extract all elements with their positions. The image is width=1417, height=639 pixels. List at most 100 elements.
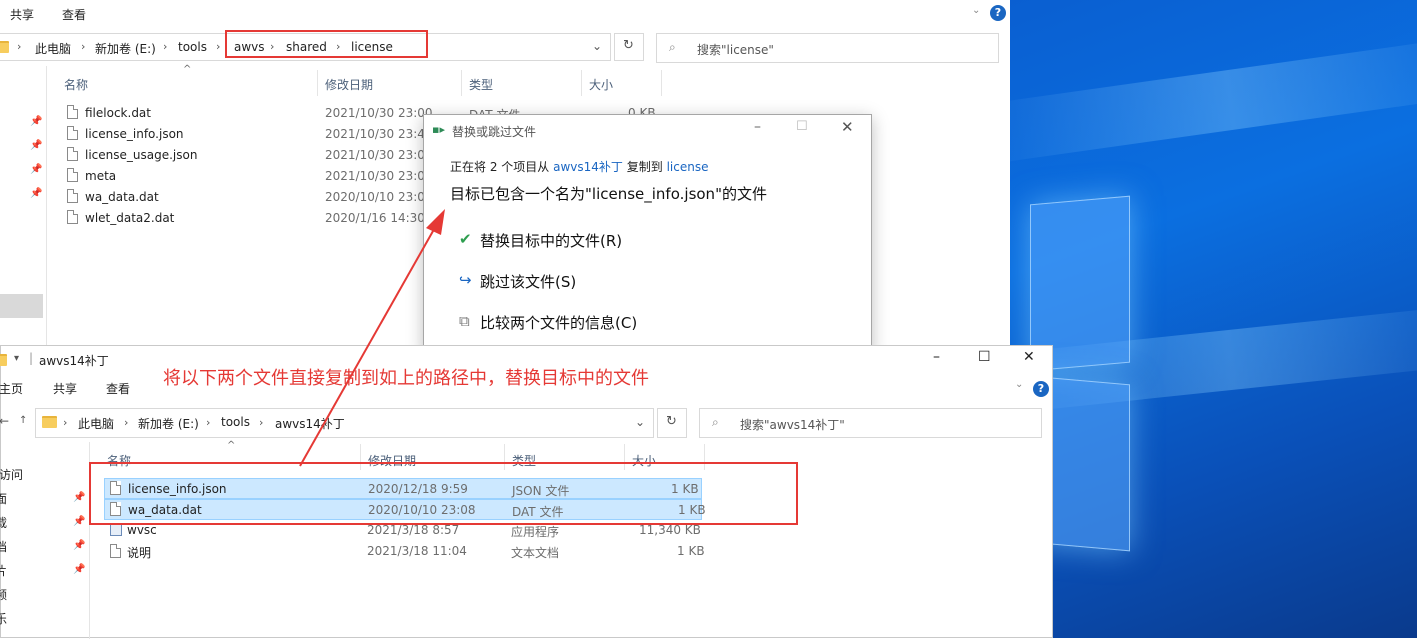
history-dropdown-icon[interactable]: ⌄ <box>635 415 645 429</box>
breadcrumb-separator-icon: › <box>17 40 22 53</box>
folder-icon <box>0 354 7 366</box>
breadcrumb-separator-icon: › <box>81 40 86 53</box>
search-placeholder: 搜索"license" <box>697 43 774 57</box>
window-title: awvs14补丁 <box>39 354 109 368</box>
file-date: 2020/1/16 14:30 <box>325 211 425 225</box>
source-folder-link[interactable]: awvs14补丁 <box>553 160 623 174</box>
quick-access-dropdown-icon[interactable]: ▾ <box>14 353 19 364</box>
file-name: wvsc <box>127 523 157 537</box>
refresh-button[interactable]: ↻ <box>614 33 644 61</box>
file-type: 应用程序 <box>511 525 560 539</box>
column-divider[interactable] <box>661 70 662 96</box>
help-icon[interactable]: ? <box>990 5 1006 21</box>
breadcrumb-patch-folder[interactable]: awvs14补丁 <box>275 415 345 432</box>
skip-option[interactable]: 跳过该文件(S) <box>480 271 576 292</box>
file-name: filelock.dat <box>85 106 151 120</box>
refresh-icon: ↻ <box>623 38 634 53</box>
pin-icon: 📌 <box>30 116 43 127</box>
replace-option[interactable]: 替换目标中的文件(R) <box>480 230 622 251</box>
file-date: 2020/10/10 23:08 <box>325 190 433 204</box>
light-beam <box>1010 34 1417 166</box>
nav-documents[interactable]: 档 <box>0 538 7 555</box>
file-icon <box>67 126 78 140</box>
column-size[interactable]: 大小 <box>589 76 613 93</box>
breadcrumb-this-pc[interactable]: 此电脑 <box>78 415 114 432</box>
file-icon <box>67 189 78 203</box>
dialog-title: 替换或跳过文件 <box>452 125 537 139</box>
file-date: 2021/10/30 23:41 <box>325 127 433 141</box>
ribbon-tab-view[interactable]: 查看 <box>62 6 86 23</box>
nav-divider <box>46 66 47 348</box>
breadcrumb-separator-icon: › <box>124 416 129 429</box>
ribbon-tab-home[interactable]: 主页 <box>0 380 23 397</box>
instruction-annotation: 将以下两个文件直接复制到如上的路径中，替换目标中的文件 <box>163 368 649 389</box>
file-name: wlet_data2.dat <box>85 211 175 225</box>
nav-desktop[interactable]: 面 <box>0 490 7 507</box>
file-name: wa_data.dat <box>85 190 159 204</box>
breadcrumb-separator-icon: › <box>206 416 211 429</box>
refresh-icon: ↻ <box>666 414 677 429</box>
file-date: 2021/3/18 11:04 <box>367 544 467 558</box>
maximize-button[interactable]: ☐ <box>978 349 991 365</box>
compare-option[interactable]: 比较两个文件的信息(C) <box>480 312 637 333</box>
search-icon: ⌕ <box>712 415 719 429</box>
text-file-icon <box>110 544 121 558</box>
file-date: 2021/10/30 23:00 <box>325 169 433 183</box>
column-name[interactable]: 名称 <box>64 76 88 93</box>
nav-pictures[interactable]: 片 <box>0 562 7 579</box>
chevron-down-icon[interactable]: ⌄ <box>1015 379 1023 390</box>
close-button[interactable]: ✕ <box>1023 349 1035 365</box>
help-icon[interactable]: ? <box>1033 381 1049 397</box>
nav-downloads[interactable]: 载 <box>0 514 7 531</box>
breadcrumb-separator-icon: › <box>259 416 264 429</box>
nav-videos[interactable]: 频 <box>0 586 7 603</box>
breadcrumb-tools[interactable]: tools <box>178 40 207 54</box>
title-divider: | <box>29 351 34 365</box>
copy-status-text: 正在将 2 个项目从 awvs14补丁 复制到 license <box>450 158 708 175</box>
chevron-down-icon[interactable]: ⌄ <box>972 5 980 16</box>
minimize-button[interactable]: – <box>933 349 940 365</box>
column-type[interactable]: 类型 <box>469 76 493 93</box>
sort-ascending-icon: ^ <box>183 64 192 75</box>
file-name: license_info.json <box>85 127 184 141</box>
history-dropdown-icon[interactable]: ⌄ <box>592 39 602 53</box>
breadcrumb-this-pc[interactable]: 此电脑 <box>35 40 71 57</box>
breadcrumb-drive[interactable]: 新加卷 (E:) <box>95 40 156 57</box>
breadcrumb-separator-icon: › <box>216 40 221 53</box>
dialog-heading: 目标已包含一个名为"license_info.json"的文件 <box>450 185 767 203</box>
destination-folder-link[interactable]: license <box>667 160 709 174</box>
breadcrumb-tools[interactable]: tools <box>221 415 250 429</box>
copy-status-mid: 复制到 <box>626 160 663 174</box>
file-date: 2021/10/30 23:00 <box>325 106 433 120</box>
file-size: 11,340 KB <box>639 523 701 537</box>
column-divider[interactable] <box>461 70 462 96</box>
file-name: license_usage.json <box>85 148 198 162</box>
replace-or-skip-dialog: ▪▸ 替换或跳过文件 – ☐ ✕ 正在将 2 个项目从 awvs14补丁 复制到… <box>423 114 872 354</box>
nav-selected-item[interactable] <box>0 294 43 318</box>
address-bar[interactable]: › 此电脑 › 新加卷 (E:) › tools › awvs14补丁 ⌄ <box>35 408 654 438</box>
file-date: 2021/3/18 8:57 <box>367 523 460 537</box>
search-placeholder: 搜索"awvs14补丁" <box>740 418 845 432</box>
refresh-button[interactable]: ↻ <box>657 408 687 438</box>
column-divider[interactable] <box>317 70 318 96</box>
file-icon <box>67 147 78 161</box>
search-input[interactable]: ⌕ 搜索"awvs14补丁" <box>699 408 1042 438</box>
nav-music[interactable]: 乐 <box>0 610 7 627</box>
column-divider[interactable] <box>581 70 582 96</box>
breadcrumb-separator-icon: › <box>63 416 68 429</box>
column-date[interactable]: 修改日期 <box>325 76 373 93</box>
ribbon-tab-view[interactable]: 查看 <box>106 380 130 397</box>
breadcrumb-drive[interactable]: 新加卷 (E:) <box>138 415 199 432</box>
up-arrow-icon[interactable]: ↑ <box>19 415 27 426</box>
minimize-button[interactable]: – <box>754 119 761 135</box>
folder-icon <box>0 41 9 53</box>
ribbon-tab-share[interactable]: 共享 <box>10 6 34 23</box>
nav-quick-access[interactable]: 访问 <box>0 466 23 483</box>
close-button[interactable]: ✕ <box>841 118 854 136</box>
search-icon: ⌕ <box>669 40 676 54</box>
breadcrumb-separator-icon: › <box>163 40 168 53</box>
search-input[interactable]: ⌕ 搜索"license" <box>656 33 999 63</box>
application-icon <box>110 524 122 536</box>
back-arrow-icon[interactable]: ← <box>0 414 9 428</box>
ribbon-tab-share[interactable]: 共享 <box>53 380 77 397</box>
